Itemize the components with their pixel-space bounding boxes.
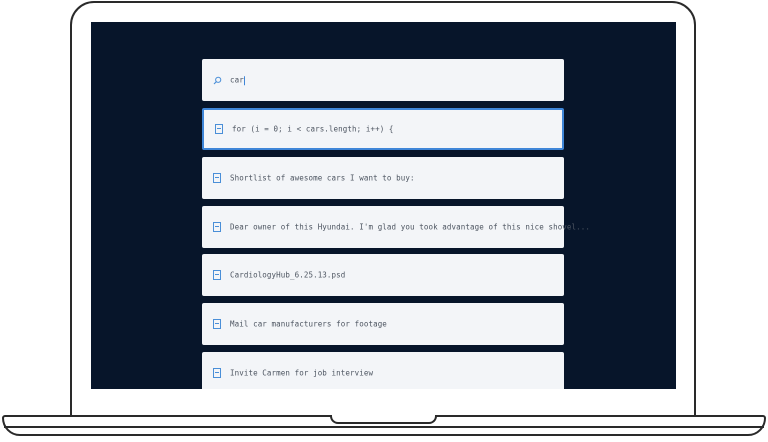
result-item-5[interactable]: Mail car manufacturers for footage <box>202 303 564 345</box>
document-icon <box>212 269 222 281</box>
result-label: Invite Carmen for job interview <box>230 368 374 378</box>
text-cursor <box>243 75 245 85</box>
result-item-2[interactable]: Shortlist of awesome cars I want to buy: <box>202 157 564 199</box>
result-label: Mail car manufacturers for footage <box>230 319 387 329</box>
result-label: Dear owner of this Hyundai. I'm glad you… <box>230 222 590 232</box>
laptop-screen: car for (i = 0; i < cars.length; i++) { … <box>91 22 676 389</box>
document-icon <box>212 318 222 330</box>
search-input[interactable]: car <box>230 75 245 85</box>
result-item-4[interactable]: CardiologyHub_6.25.13.psd <box>202 254 564 296</box>
result-label: for (i = 0; i < cars.length; i++) { <box>232 124 394 134</box>
result-item-1[interactable]: for (i = 0; i < cars.length; i++) { <box>202 108 564 150</box>
document-icon <box>214 123 224 135</box>
search-icon <box>212 74 222 86</box>
document-icon <box>212 172 222 184</box>
laptop-notch <box>330 415 437 424</box>
search-bar[interactable]: car <box>202 59 564 101</box>
document-icon <box>212 221 222 233</box>
result-label: Shortlist of awesome cars I want to buy: <box>230 173 415 183</box>
result-label: CardiologyHub_6.25.13.psd <box>230 270 346 280</box>
document-icon <box>212 367 222 379</box>
result-item-6[interactable]: Invite Carmen for job interview <box>202 352 564 389</box>
result-item-3[interactable]: Dear owner of this Hyundai. I'm glad you… <box>202 206 590 248</box>
